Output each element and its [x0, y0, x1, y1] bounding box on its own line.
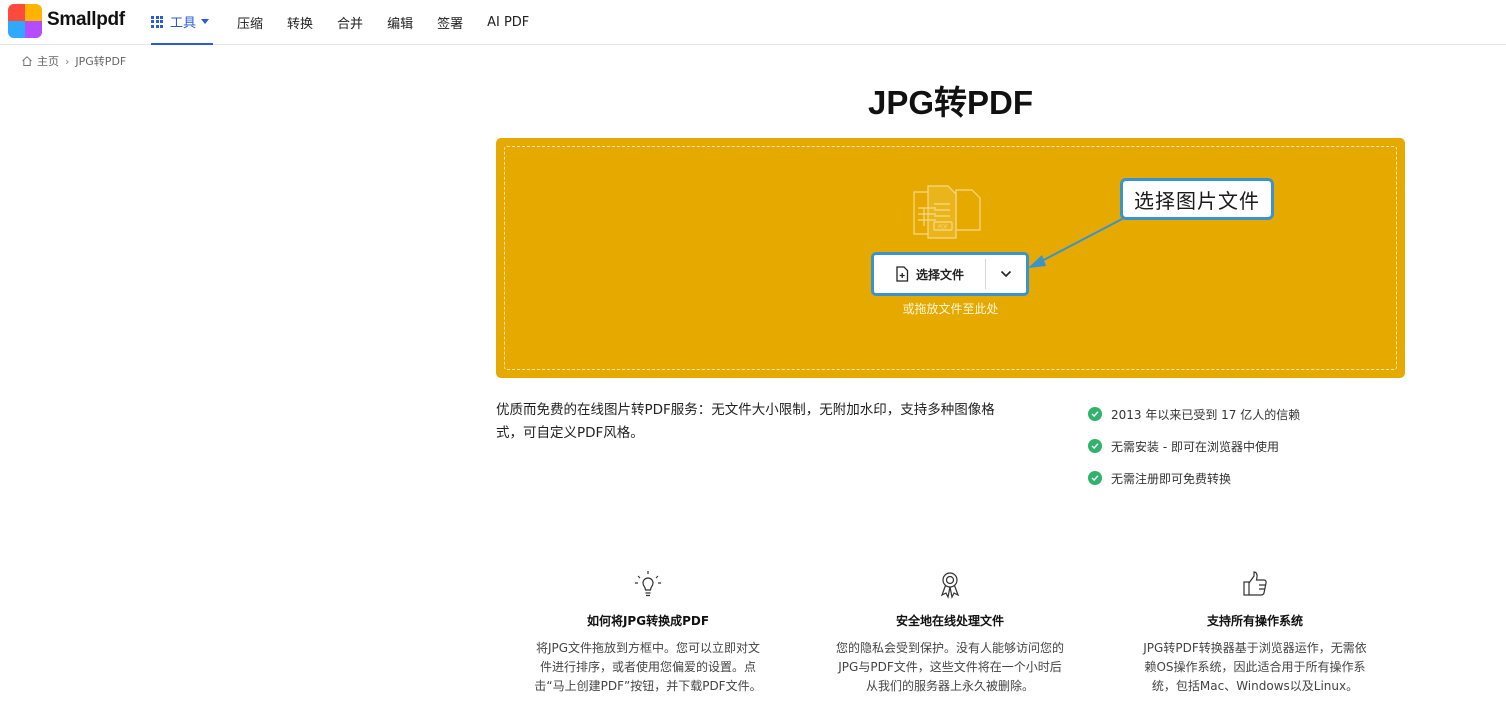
check-circle-icon [1088, 407, 1102, 421]
annotation-callout: 选择图片文件 [1120, 178, 1274, 220]
top-header: Smallpdf 工具 压缩 转换 合并 编辑 签署 AI PDF [0, 0, 1506, 45]
tools-label: 工具 [170, 16, 197, 31]
thumbs-up-icon [1243, 571, 1267, 596]
page-title: JPG转PDF [867, 84, 1034, 121]
lightbulb-icon [635, 571, 661, 597]
award-ribbon-icon [940, 572, 960, 599]
file-dropzone[interactable]: PDF 选择文件 或拖放文件至此处 [496, 138, 1405, 378]
service-description: 优质而免费的在线图片转PDF服务：无文件大小限制，无附加水印，支持多种图像格式，… [496, 402, 995, 441]
select-file-button[interactable]: 选择文件 [874, 255, 985, 293]
documents-illustration-icon: PDF [913, 185, 981, 239]
nav-compress[interactable]: 压缩 [237, 13, 263, 32]
chevron-down-icon [1000, 270, 1012, 278]
feature-text: JPG转PDF转换器基于浏览器运作，无需依赖OS操作系统，因此适合用于所有操作系… [1143, 641, 1367, 693]
nav-sign[interactable]: 签署 [437, 13, 463, 32]
feature-title: 如何将JPG转换成PDF [586, 614, 710, 628]
check-circle-icon [1088, 439, 1102, 453]
nav-convert[interactable]: 转换 [287, 13, 313, 32]
breadcrumb-current: JPG转PDF [75, 55, 127, 68]
grid-icon [151, 15, 163, 28]
check-text: 无需注册即可免费转换 [1111, 471, 1232, 486]
check-circle-icon [1088, 471, 1102, 485]
annotation-arrow-icon [1028, 217, 1125, 268]
caret-down-icon [201, 19, 210, 24]
check-item: 无需注册即可免费转换 [1088, 462, 1300, 494]
breadcrumb-home[interactable]: 主页 [37, 53, 59, 69]
home-icon [22, 56, 32, 66]
check-text: 2013 年以来已受到 17 亿人的信赖 [1111, 407, 1301, 422]
select-file-button-group: 选择文件 [871, 252, 1029, 296]
nav-ai-pdf[interactable]: AI PDF [487, 15, 529, 30]
check-item: 2013 年以来已受到 17 亿人的信赖 [1088, 398, 1300, 430]
feature-text: 将JPG文件拖放到方框中。您可以立即对文件进行排序，或者使用您偏爱的设置。点击“… [534, 641, 762, 693]
smallpdf-logo-icon[interactable] [8, 4, 42, 38]
file-plus-icon [896, 266, 909, 282]
tools-menu[interactable]: 工具 [151, 0, 214, 45]
check-item: 无需安装 - 即可在浏览器中使用 [1088, 430, 1300, 462]
svg-text:PDF: PDF [938, 225, 948, 231]
drop-hint: 或拖放文件至此处 [902, 302, 999, 316]
nav-edit[interactable]: 编辑 [387, 13, 413, 32]
nav-merge[interactable]: 合并 [337, 13, 363, 32]
select-file-label: 选择文件 [915, 267, 964, 282]
feature-title: 安全地在线处理文件 [895, 614, 1004, 628]
feature-title: 支持所有操作系统 [1206, 614, 1303, 628]
feature-security: 安全地在线处理文件 您的隐私会受到保护。没有人能够访问您的JPG与PDF文件，这… [825, 568, 1075, 696]
check-text: 无需安装 - 即可在浏览器中使用 [1111, 439, 1279, 454]
feature-how-to: 如何将JPG转换成PDF 将JPG文件拖放到方框中。您可以立即对文件进行排序，或… [523, 568, 773, 696]
trust-checklist: 2013 年以来已受到 17 亿人的信赖 无需安装 - 即可在浏览器中使用 无需… [1088, 398, 1300, 494]
main-nav: 工具 压缩 转换 合并 编辑 签署 AI PDF [151, 0, 529, 45]
feature-text: 您的隐私会受到保护。没有人能够访问您的JPG与PDF文件，这些文件将在一个小时后… [835, 641, 1064, 693]
breadcrumb-separator: › [65, 54, 70, 68]
brand-name[interactable]: Smallpdf [47, 9, 125, 31]
breadcrumb: 主页 › JPG转PDF [21, 53, 126, 69]
feature-platforms: 支持所有操作系统 JPG转PDF转换器基于浏览器运作，无需依赖OS操作系统，因此… [1130, 568, 1380, 696]
